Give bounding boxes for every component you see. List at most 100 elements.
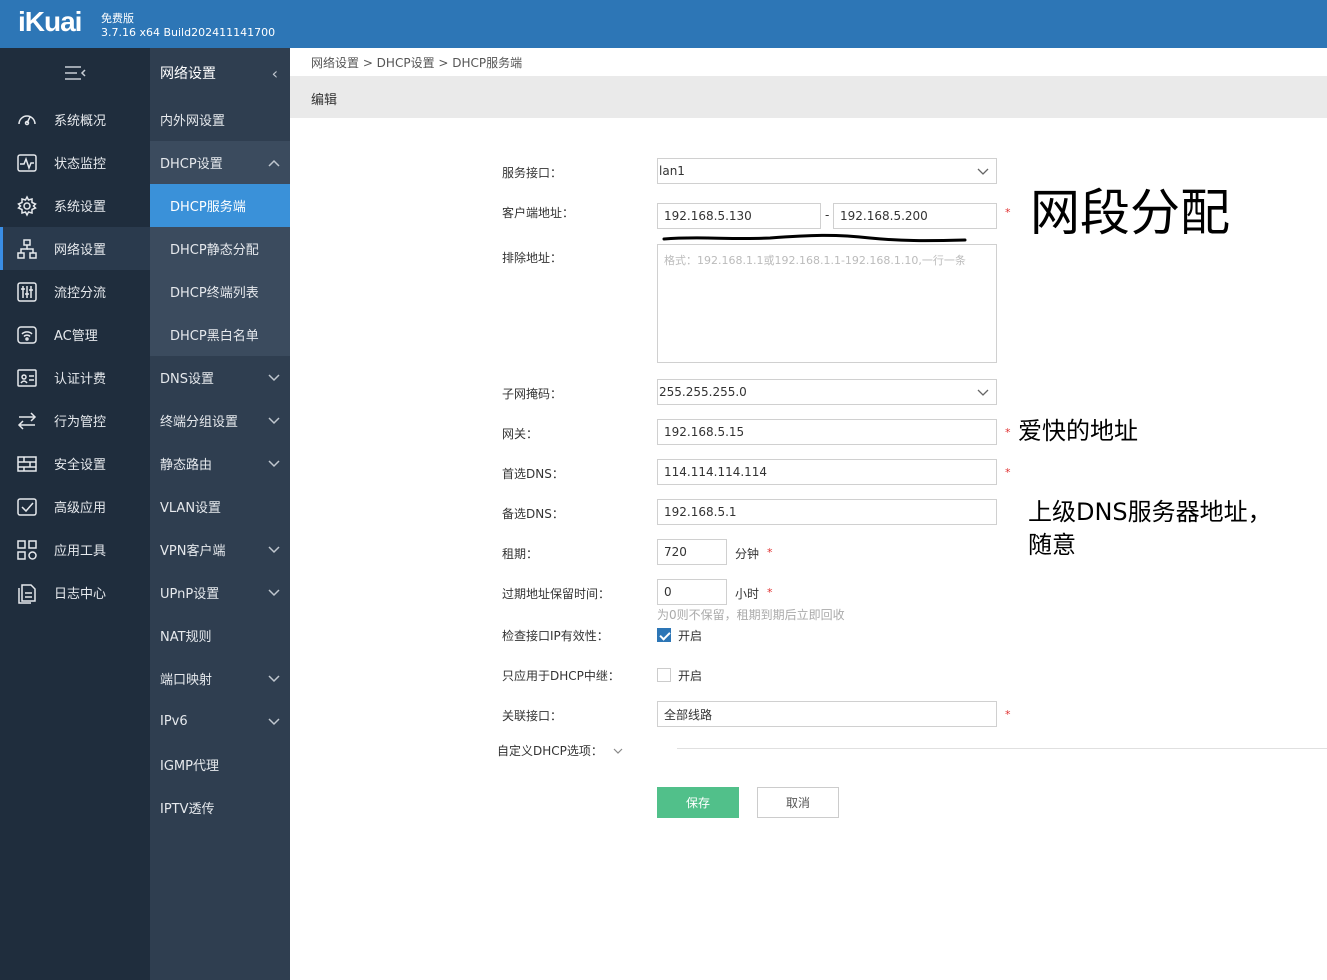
sidebar-item-dhcp-blacklist[interactable]: DHCP黑白名单 <box>150 313 290 356</box>
wifi-icon <box>16 324 38 346</box>
relay-option[interactable]: 开启 <box>678 667 702 684</box>
expire-input[interactable]: 0 <box>657 579 727 605</box>
sidebar-item-nat[interactable]: NAT规则 <box>150 614 290 657</box>
expire-unit: 小时 <box>735 587 760 601</box>
interface-value: lan1 <box>659 164 685 178</box>
sidebar-item-vpn-client[interactable]: VPN客户端 <box>150 528 290 571</box>
sidebar-item-label: DHCP终端列表 <box>170 286 259 301</box>
page-title: 编辑 <box>311 93 338 108</box>
sidebar-item-label: IGMP代理 <box>160 759 219 774</box>
range-separator: - <box>825 208 830 222</box>
exclude-textarea[interactable]: 格式：192.168.1.1或192.168.1.1-192.168.1.10,… <box>657 244 997 363</box>
sidebar-item-port-mapping[interactable]: 端口映射 <box>150 657 290 700</box>
sidebar-item-static-route[interactable]: 静态路由 <box>150 442 290 485</box>
sidebar-item-tools[interactable]: 应用工具 <box>0 528 150 571</box>
sidebar-item-dns[interactable]: DNS设置 <box>150 356 290 399</box>
sidebar-item-log[interactable]: 日志中心 <box>0 571 150 614</box>
sidebar-item-label: 应用工具 <box>54 544 107 559</box>
sidebar-item-label: 认证计费 <box>54 372 107 387</box>
sidebar-item-security[interactable]: 安全设置 <box>0 442 150 485</box>
primary-sidebar: 系统概况 状态监控 系统设置 网络设置 流控分流 AC管理 认证计费 行为管控 … <box>0 48 150 980</box>
sidebar-item-upnp[interactable]: UPnP设置 <box>150 571 290 614</box>
sidebar-item-label: 端口映射 <box>160 673 213 688</box>
sidebar-item-flow[interactable]: 流控分流 <box>0 270 150 313</box>
check-ip-option[interactable]: 开启 <box>678 627 702 644</box>
expire-label: 过期地址保留时间： <box>502 587 611 601</box>
gateway-input[interactable]: 192.168.5.15 <box>657 419 997 445</box>
tools-icon <box>16 539 38 561</box>
sidebar-item-iptv[interactable]: IPTV透传 <box>150 786 290 829</box>
sidebar-item-label: 高级应用 <box>54 501 107 516</box>
shield-icon <box>16 453 38 475</box>
auth-icon <box>16 367 38 389</box>
link-interface-input[interactable]: 全部线路 <box>657 701 997 727</box>
required-mark: * <box>1005 708 1011 721</box>
arrows-icon <box>16 410 38 432</box>
client-address-start-input[interactable]: 192.168.5.130 <box>657 203 821 229</box>
sidebar-item-label: DHCP设置 <box>160 157 223 172</box>
sidebar-item-label: 状态监控 <box>54 157 107 172</box>
sidebar-item-igmp[interactable]: IGMP代理 <box>150 743 290 786</box>
sidebar-item-dhcp-static[interactable]: DHCP静态分配 <box>150 227 290 270</box>
secondary-sidebar-header: 网络设置 ‹ <box>150 48 290 98</box>
sidebar-item-label: 系统设置 <box>54 200 107 215</box>
build-label: 3.7.16 x64 Build202411141700 <box>101 26 276 39</box>
collapse-left-icon[interactable]: ‹ <box>272 64 278 83</box>
sidebar-item-dhcp[interactable]: DHCP设置 <box>150 141 290 184</box>
sidebar-item-system[interactable]: 系统设置 <box>0 184 150 227</box>
save-button[interactable]: 保存 <box>657 787 739 818</box>
sidebar-item-monitor[interactable]: 状态监控 <box>0 141 150 184</box>
sidebar-item-label: VLAN设置 <box>160 501 222 516</box>
sidebar-item-label: DHCP黑白名单 <box>170 329 259 344</box>
sidebar-item-ac[interactable]: AC管理 <box>0 313 150 356</box>
lease-label: 租期： <box>502 547 539 561</box>
sidebar-item-label: AC管理 <box>54 329 98 344</box>
sidebar-item-label: IPTV透传 <box>160 802 215 817</box>
breadcrumb: 网络设置 > DHCP设置 > DHCP服务端 <box>311 56 523 70</box>
menu-collapse-icon[interactable] <box>0 48 150 98</box>
sidebar-item-auth[interactable]: 认证计费 <box>0 356 150 399</box>
exclude-label: 排除地址： <box>502 251 563 265</box>
secondary-dns-input[interactable]: 192.168.5.1 <box>657 499 997 525</box>
required-mark: * <box>767 546 773 559</box>
sidebar-item-label: 终端分组设置 <box>160 415 239 430</box>
required-mark: * <box>767 586 773 599</box>
sidebar-item-dhcp-clients[interactable]: DHCP终端列表 <box>150 270 290 313</box>
interface-select[interactable]: lan1 <box>657 158 997 184</box>
required-mark: * <box>1005 206 1011 219</box>
secondary-sidebar: 网络设置 ‹ 内外网设置 DHCP设置 DHCP服务端 DHCP静态分配 DHC… <box>150 48 290 980</box>
dns2-label: 备选DNS： <box>502 507 564 521</box>
network-icon <box>16 238 38 260</box>
sidebar-item-network[interactable]: 网络设置 <box>0 227 150 270</box>
sidebar-item-label: DHCP服务端 <box>170 200 246 215</box>
sidebar-item-label: DHCP静态分配 <box>170 243 259 258</box>
sidebar-item-lan-wan[interactable]: 内外网设置 <box>150 98 290 141</box>
check-ip-checkbox[interactable] <box>657 628 671 642</box>
netmask-select[interactable]: 255.255.255.0 <box>657 379 997 405</box>
secondary-sidebar-title: 网络设置 <box>160 66 216 82</box>
top-bar: iKuai 免费版 3.7.16 x64 Build202411141700 <box>0 0 1327 48</box>
monitor-icon <box>16 152 38 174</box>
sidebar-item-behavior[interactable]: 行为管控 <box>0 399 150 442</box>
cancel-button[interactable]: 取消 <box>757 787 839 818</box>
chevron-down-icon <box>268 586 280 600</box>
relay-checkbox[interactable] <box>657 668 671 682</box>
client-address-end-input[interactable]: 192.168.5.200 <box>833 203 997 229</box>
dns-annotation: 上级DNS服务器地址， 随意 <box>1028 496 1272 562</box>
custom-dhcp-options-toggle[interactable]: 自定义DHCP选项： <box>497 742 623 759</box>
lease-value: 720 <box>664 545 687 559</box>
primary-dns-input[interactable]: 114.114.114.114 <box>657 459 997 485</box>
sidebar-item-vlan[interactable]: VLAN设置 <box>150 485 290 528</box>
sidebar-item-advanced[interactable]: 高级应用 <box>0 485 150 528</box>
chevron-down-icon <box>268 457 280 471</box>
custom-dhcp-options-label: 自定义DHCP选项： <box>497 744 603 758</box>
sidebar-item-terminal-group[interactable]: 终端分组设置 <box>150 399 290 442</box>
sidebar-item-dhcp-server[interactable]: DHCP服务端 <box>150 184 290 227</box>
version-info: 免费版 3.7.16 x64 Build202411141700 <box>101 12 275 40</box>
relay-label: 只应用于DHCP中继： <box>502 669 620 683</box>
sidebar-item-overview[interactable]: 系统概况 <box>0 98 150 141</box>
dashboard-icon <box>16 109 38 131</box>
sidebar-item-label: 内外网设置 <box>160 114 226 129</box>
sidebar-item-ipv6[interactable]: IPv6 <box>150 700 290 743</box>
lease-input[interactable]: 720 <box>657 539 727 565</box>
